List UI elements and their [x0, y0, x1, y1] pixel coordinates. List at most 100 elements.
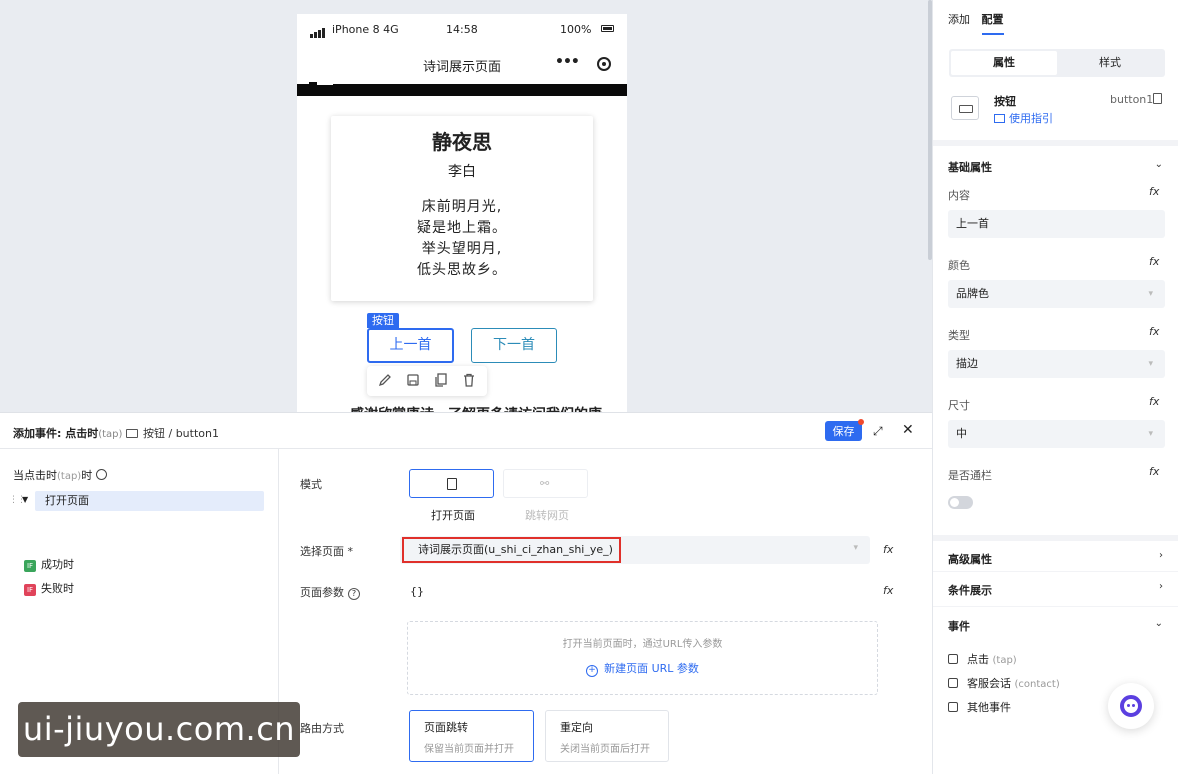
poem-line: 床前明月光,	[421, 199, 503, 215]
tree-item-fail[interactable]: IF 失败时	[24, 580, 74, 596]
copy-id-icon[interactable]	[1153, 93, 1162, 104]
expand-icon[interactable]: ⤢	[873, 424, 883, 439]
section-title[interactable]: 基础属性	[948, 159, 992, 175]
fx-icon[interactable]: fx	[1149, 325, 1159, 338]
type-select[interactable]: 描边 ▾	[948, 350, 1165, 378]
save-icon[interactable]	[405, 372, 421, 388]
fx-icon[interactable]: fx	[1149, 185, 1159, 198]
tree-item-open-page[interactable]: 打开页面	[35, 491, 264, 511]
type-label: 类型	[948, 329, 970, 342]
fx-icon[interactable]: fx	[1149, 465, 1159, 478]
advanced-section[interactable]: 高级属性 ›	[933, 535, 1178, 571]
type-select-value: 描边	[956, 357, 978, 370]
close-icon[interactable]: ✕	[902, 422, 914, 438]
signal-icon	[310, 25, 326, 38]
route-push-option[interactable]: 页面跳转 保留当前页面并打开	[409, 710, 534, 762]
size-label: 尺寸	[948, 399, 970, 412]
params-value[interactable]: {}	[410, 585, 424, 598]
add-param-label: 新建页面 URL 参数	[604, 662, 699, 675]
selection-tag: 按钮	[367, 313, 399, 328]
fx-icon[interactable]: fx	[883, 584, 893, 597]
color-label: 颜色	[948, 259, 970, 272]
section-title[interactable]: 事件	[948, 618, 970, 634]
mode-jump-web[interactable]: ⚯	[503, 469, 588, 498]
fx-icon[interactable]: fx	[1149, 255, 1159, 268]
mode-open-label: 打开页面	[431, 509, 475, 522]
poem-line: 低头思故乡。	[417, 262, 507, 278]
event-tap[interactable]: 点击 (tap)	[948, 651, 1017, 667]
event-sub: (tap)	[992, 655, 1017, 666]
route-desc: 保留当前页面并打开	[424, 744, 514, 755]
fx-icon[interactable]: fx	[1149, 395, 1159, 408]
chevron-down-icon[interactable]: ⌄	[1155, 159, 1163, 170]
mode-open-page[interactable]	[409, 469, 494, 498]
usage-guide-link[interactable]: 使用指引	[994, 110, 1053, 126]
poem-line: 举头望明月,	[421, 241, 503, 257]
content-label: 内容	[948, 189, 970, 202]
usage-guide-label: 使用指引	[1009, 112, 1053, 125]
next-poem-button[interactable]: 下一首	[471, 328, 557, 363]
event-contact[interactable]: 客服会话 (contact)	[948, 675, 1060, 691]
tab-add[interactable]: 添加	[948, 11, 970, 27]
component-toolbar	[367, 366, 487, 396]
dialog-target-text: 按钮 / button1	[143, 427, 219, 440]
help-icon[interactable]: ?	[348, 588, 360, 600]
size-select-value: 中	[956, 427, 967, 440]
tap-icon	[948, 654, 958, 664]
assistant-button[interactable]	[1108, 683, 1154, 729]
top-bar-block	[297, 84, 627, 96]
dialog-title-text: 添加事件: 点击时	[13, 427, 99, 440]
block-toggle[interactable]	[948, 496, 973, 509]
edit-icon[interactable]	[377, 372, 393, 388]
route-redirect-option[interactable]: 重定向 关闭当前页面后打开	[545, 710, 669, 762]
size-select[interactable]: 中 ▾	[948, 420, 1165, 448]
content-input[interactable]: 上一首	[948, 210, 1165, 238]
segment-properties[interactable]: 属性	[951, 51, 1057, 75]
prev-poem-button[interactable]: 上一首	[367, 328, 454, 363]
block-label: 是否通栏	[948, 469, 992, 482]
poem-line: 疑是地上霜。	[417, 220, 507, 236]
gear-icon[interactable]	[96, 469, 108, 480]
tab-config[interactable]: 配置	[981, 11, 1004, 35]
conditional-section[interactable]: 条件展示 ›	[933, 571, 1178, 607]
event-other[interactable]: 其他事件	[948, 699, 1011, 715]
panel-tabs: 添加 配置	[948, 11, 1012, 35]
assistant-icon	[1120, 695, 1142, 717]
tree-item-success[interactable]: IF 成功时	[24, 556, 74, 572]
component-id: button1	[1110, 93, 1154, 106]
mode-jump-label: 跳转网页	[525, 509, 569, 522]
tree-head-sub: (tap)	[57, 471, 82, 482]
footer-text: 感谢欣赏唐诗，了解更多请访问我们的康	[350, 404, 602, 412]
delete-icon[interactable]	[461, 372, 477, 388]
tree-item-label: 成功时	[41, 558, 74, 571]
route-label: 路由方式	[300, 722, 344, 735]
copy-icon[interactable]	[433, 372, 449, 388]
section-title: 高级属性	[948, 553, 992, 566]
color-select[interactable]: 品牌色 ▾	[948, 280, 1165, 308]
segment-styles[interactable]: 样式	[1057, 51, 1163, 75]
chevron-down-icon: ▾	[1148, 359, 1153, 369]
document-icon	[447, 478, 457, 490]
caret-down-icon[interactable]: ▼	[22, 495, 28, 504]
page-select-value[interactable]: 诗词展示页面(u_shi_ci_zhan_shi_ye_)	[402, 537, 621, 563]
battery-icon	[601, 25, 614, 32]
save-button[interactable]: 保存	[825, 421, 862, 441]
calendar-icon	[948, 702, 958, 712]
poem-card[interactable]: 静夜思 李白 床前明月光, 疑是地上霜。 举头望明月, 低头思故乡。	[331, 116, 593, 301]
fx-icon[interactable]: fx	[883, 543, 893, 556]
status-bar: iPhone 8 4G 14:58 100%	[297, 14, 627, 44]
plus-circle-icon: +	[586, 665, 599, 677]
capsule-close-icon[interactable]	[597, 57, 611, 71]
more-icon[interactable]: •••	[555, 54, 580, 70]
color-select-value: 品牌色	[956, 287, 989, 300]
params-dropzone: 打开当前页面时，通过URL传入参数 + 新建页面 URL 参数	[407, 621, 878, 695]
phone-preview: iPhone 8 4G 14:58 100% 诗词展示页面 ••• 静夜思 李白…	[297, 14, 627, 412]
route-title: 重定向	[560, 721, 593, 734]
battery-percent: 100%	[560, 23, 592, 36]
component-name: 按钮	[994, 95, 1016, 108]
add-param-button[interactable]: + 新建页面 URL 参数	[408, 660, 877, 677]
top-bar-handle	[309, 82, 333, 85]
chevron-down-icon[interactable]: ⌄	[1155, 618, 1163, 629]
status-time: 14:58	[446, 23, 478, 36]
chevron-right-icon: ›	[1159, 581, 1163, 592]
